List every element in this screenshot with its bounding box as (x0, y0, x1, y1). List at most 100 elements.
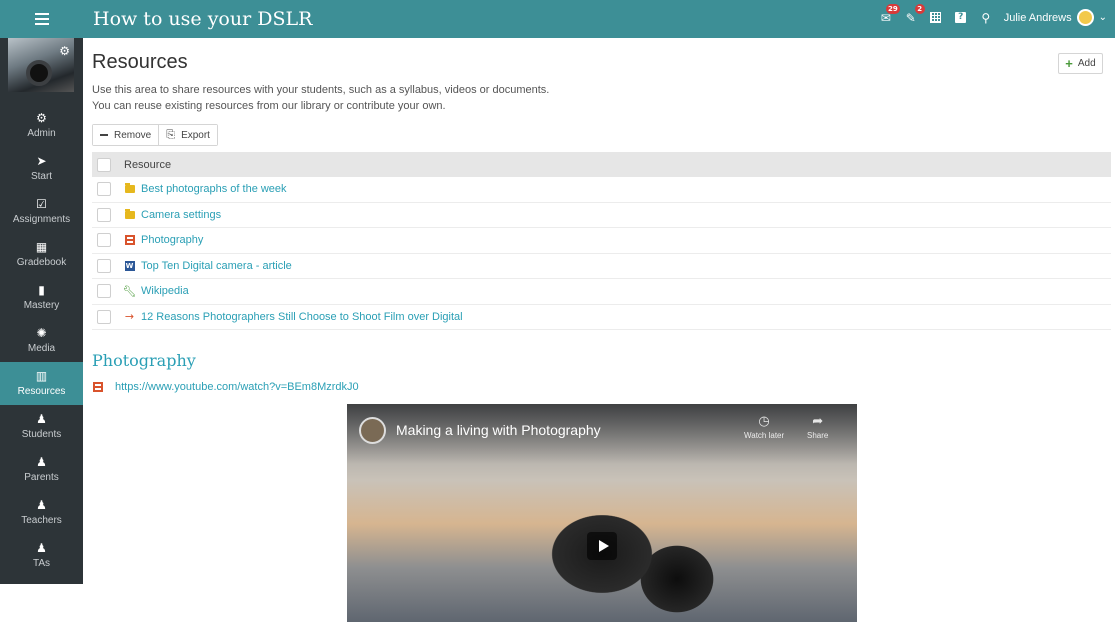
sidebar-item-resources[interactable]: ▥ Resources (0, 362, 83, 405)
sidebar-item-label: Media (27, 343, 56, 354)
row-checkbox[interactable] (97, 182, 111, 197)
gear-icon[interactable]: ⚙ (59, 44, 70, 58)
user-menu[interactable]: Julie Andrews ⌄ (1004, 9, 1107, 26)
sidebar-item-students[interactable]: ♟ Students (0, 405, 83, 448)
sidebar-item-start[interactable]: ➤ Start (0, 147, 83, 190)
watch-later-label: Watch later (744, 431, 785, 440)
resources-table: Resource Best photographs of the week Ca… (92, 152, 1111, 330)
sidebar-item-admin[interactable]: ⚙ Admin (0, 104, 83, 147)
select-all-checkbox[interactable] (97, 157, 111, 172)
alerts-icon[interactable]: ✎ 2 (904, 3, 925, 25)
share-icon: ➦ (812, 414, 824, 429)
sidebar-item-teachers[interactable]: ♟ Teachers (0, 491, 83, 534)
video-title[interactable]: Making a living with Photography (396, 422, 601, 438)
clock-icon: ◷ (758, 414, 770, 429)
table-row: 🔧︎ Wikipedia (92, 279, 1111, 305)
sidebar-item-label: Admin (27, 128, 56, 139)
calendar-icon[interactable] (929, 11, 943, 25)
export-icon: ⎘ (166, 128, 176, 141)
table-row: Camera settings (92, 203, 1111, 228)
sidebar-item-gradebook[interactable]: ▦ Gradebook (0, 233, 83, 276)
sidebar-item-mastery[interactable]: ▮ Mastery (0, 276, 83, 319)
gradebook-icon: ▦ (35, 240, 48, 254)
table-row: W Top Ten Digital camera - article (92, 254, 1111, 279)
sidebar-item-label: Teachers (21, 515, 62, 526)
course-title[interactable]: How to use your DSLR (93, 8, 312, 30)
sidebar-item-label: Students (21, 429, 62, 440)
user-name: Julie Andrews (1003, 11, 1072, 24)
resource-link[interactable]: Photography (141, 234, 203, 246)
remove-button-label: Remove (114, 129, 152, 141)
sidebar-item-label: Assignments (12, 214, 71, 225)
location-arrow-icon: ➤ (36, 154, 47, 168)
page-description: Use this area to share resources with yo… (92, 82, 549, 114)
avatar (1076, 9, 1094, 26)
chevron-down-icon: ⌄ (1098, 12, 1107, 23)
sidebar-item-media[interactable]: ✺ Media (0, 319, 83, 362)
sidebar-item-label: Resources (17, 386, 66, 397)
row-checkbox[interactable] (97, 284, 111, 299)
top-bar: How to use your DSLR ✉ 29 ✎ 2 ? ⚲ Julie An… (83, 0, 1115, 38)
bar-chart-icon: ▮ (38, 283, 45, 297)
table-row: Photography (92, 228, 1111, 254)
add-button[interactable]: + Add (1058, 53, 1103, 74)
video-player[interactable]: Making a living with Photography ◷ Watch … (347, 404, 857, 622)
table-row: → 12 Reasons Photographers Still Choose … (92, 305, 1111, 330)
help-glyph: ? (955, 12, 967, 23)
table-row: Best photographs of the week (92, 177, 1111, 203)
page-title: Resources (92, 51, 188, 73)
top-bar-actions: ✉ 29 ✎ 2 ? ⚲ Julie Andrews ⌄ (879, 3, 1107, 26)
menu-button[interactable] (0, 0, 83, 38)
row-checkbox[interactable] (97, 309, 111, 324)
resource-toolbar: Remove ⎘ Export (92, 124, 218, 146)
remove-button[interactable]: Remove (93, 125, 159, 145)
export-button[interactable]: ⎘ Export (158, 125, 217, 145)
add-button-label: Add (1077, 58, 1096, 69)
resource-link[interactable]: Camera settings (141, 209, 221, 221)
wrench-icon: 🔧︎ (122, 284, 137, 298)
description-line: You can reuse existing resources from ou… (92, 100, 446, 112)
film-icon (124, 235, 135, 246)
video-url-link[interactable]: https://www.youtube.com/watch?v=BEm8Mzrd… (115, 381, 359, 393)
alerts-badge: 2 (914, 3, 925, 14)
resource-link[interactable]: 12 Reasons Photographers Still Choose to… (141, 311, 463, 323)
help-icon[interactable]: ? (954, 11, 968, 25)
sidebar-item-assignments[interactable]: ☑ Assignments (0, 190, 83, 233)
table-header: Resource (92, 152, 1111, 177)
sidebar-item-tas[interactable]: ♟ TAs (0, 534, 83, 577)
play-button[interactable] (587, 532, 617, 560)
resource-link[interactable]: Best photographs of the week (141, 183, 287, 195)
resource-link[interactable]: Top Ten Digital camera - article (141, 260, 292, 272)
notifications-icon[interactable]: ✉ 29 (879, 3, 900, 25)
sidebar-item-label: Parents (24, 472, 59, 483)
gear-icon: ⚙ (36, 111, 47, 125)
sidebar-item-label: TAs (32, 558, 51, 569)
media-icon: ✺ (36, 326, 47, 340)
course-thumbnail[interactable]: ⚙ (8, 38, 74, 92)
sidebar-nav: ⚙ Admin ➤ Start ☑ Assignments ▦ Gradebook ▮ M… (0, 104, 83, 577)
checkbox-icon: ☑ (36, 197, 47, 211)
share-label: Share (807, 431, 829, 440)
column-header-resource[interactable]: Resource (124, 159, 171, 171)
row-checkbox[interactable] (97, 207, 111, 222)
channel-avatar[interactable] (359, 417, 386, 444)
hamburger-icon (34, 18, 49, 20)
share-button[interactable]: ➦ Share (807, 414, 828, 440)
resource-link[interactable]: Wikipedia (141, 285, 189, 297)
section-title: Photography (92, 351, 196, 370)
word-document-icon: W (124, 260, 135, 271)
search-icon[interactable]: ⚲ (979, 11, 993, 25)
folder-icon (124, 183, 135, 195)
video-url-line: https://www.youtube.com/watch?v=BEm8Mzrd… (92, 381, 359, 393)
camera-lens-image (26, 60, 52, 86)
minus-icon (100, 134, 108, 136)
sidebar-item-parents[interactable]: ♟ Parents (0, 448, 83, 491)
watch-later-button[interactable]: ◷ Watch later (744, 414, 784, 440)
user-icon: ♟ (36, 412, 47, 426)
teacher-icon: ♟ (36, 498, 47, 512)
row-checkbox[interactable] (97, 233, 111, 248)
row-checkbox[interactable] (97, 258, 111, 273)
sidebar-item-label: Gradebook (16, 257, 67, 268)
description-line: Use this area to share resources with yo… (92, 84, 550, 96)
sidebar-item-label: Mastery (23, 300, 60, 311)
